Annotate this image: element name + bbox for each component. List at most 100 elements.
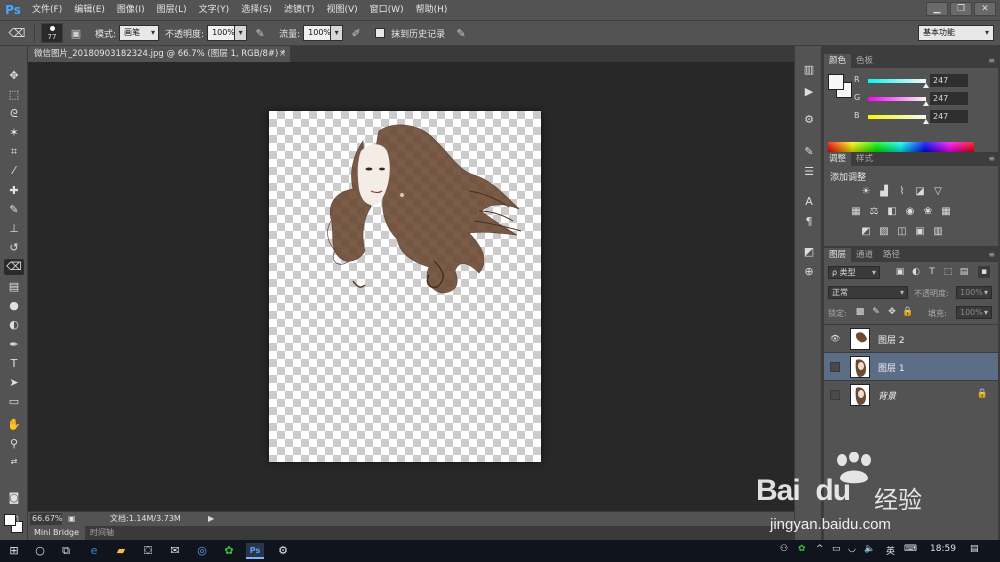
search-icon[interactable]: ○ [31,543,49,559]
visibility-toggle-off[interactable] [830,362,840,372]
curves-icon[interactable]: ⌇ [896,186,908,197]
mode-select[interactable]: 画笔 [119,25,160,41]
actions-panel-icon[interactable]: ▶ [800,84,818,100]
green-slider[interactable] [868,97,926,101]
maximize-button[interactable]: ❐ [950,2,972,16]
wechat-tray-icon[interactable]: ✿ [798,544,806,554]
invert-icon[interactable]: ◩ [860,226,872,237]
file-explorer-icon[interactable]: ▰ [112,543,130,559]
status-settings-icon[interactable]: ▣ [68,512,76,526]
lock-pixels-icon[interactable]: ✎ [870,306,882,318]
clock-time[interactable]: 18:59 [930,544,956,554]
fill-field[interactable]: 100% [956,306,992,319]
opacity-dropdown[interactable]: ▾ [235,25,248,41]
pixel-filter-icon[interactable]: ▣ [894,266,906,278]
zoom-tool-icon[interactable]: ⚲ [4,436,24,452]
layer-opacity-field[interactable]: 100% [956,286,992,299]
lasso-tool-icon[interactable]: ᘓ [4,106,24,122]
swap-colors-icon[interactable]: ⇄ [4,454,24,470]
blue-value[interactable]: 247 [930,110,968,123]
brush-panel-icon[interactable]: ▣ [67,24,85,42]
start-button-icon[interactable]: ⊞ [5,543,23,559]
tab-mini-bridge[interactable]: Mini Bridge [28,526,86,540]
tab-channels[interactable]: 通道 [851,248,878,262]
menu-layer[interactable]: 图层(L) [151,0,193,20]
foreground-color-swatch[interactable] [828,74,844,90]
gradient-map-icon[interactable]: ▥ [932,226,944,237]
network-icon[interactable]: ◡ [848,544,856,554]
notifications-icon[interactable]: ▤ [970,544,979,554]
dodge-tool-icon[interactable]: ◐ [4,317,24,333]
marquee-tool-icon[interactable]: ⬚ [4,87,24,103]
filter-toggle-icon[interactable]: ▪ [978,266,990,278]
document-canvas[interactable] [269,111,541,462]
eraser-tool-icon[interactable]: ⌫ [4,259,24,275]
lock-position-icon[interactable]: ✥ [886,306,898,318]
people-icon[interactable]: ⚇ [780,544,788,554]
canvas-area[interactable] [28,62,794,511]
layer-name[interactable]: 图层 1 [878,361,905,374]
volume-icon[interactable]: 🔈 [864,544,875,554]
blur-tool-icon[interactable]: ● [4,298,24,314]
close-button[interactable]: ✕ [974,2,996,16]
menu-edit[interactable]: 编辑(E) [68,0,111,20]
store-icon[interactable]: ⛋ [139,543,157,559]
levels-icon[interactable]: ▟ [878,186,890,197]
type-filter-icon[interactable]: T [926,266,938,278]
battery-icon[interactable]: ▭ [832,544,841,554]
ime-indicator[interactable]: 英 [886,544,895,557]
airbrush-icon[interactable]: ✐ [347,24,365,42]
menu-view[interactable]: 视图(V) [320,0,363,20]
tab-adjustments[interactable]: 调整 [824,152,852,166]
red-value[interactable]: 247 [930,74,968,87]
threshold-icon[interactable]: ◫ [896,226,908,237]
zoom-level-field[interactable]: 66.67% [30,513,63,525]
photoshop-taskbar-icon[interactable]: Ps [246,543,264,559]
tab-layers[interactable]: 图层 [824,248,852,262]
blend-mode-select[interactable]: 正常 [828,286,908,299]
photo-filter-icon[interactable]: ◉ [904,206,916,217]
red-slider-knob[interactable] [923,83,929,88]
minimize-button[interactable]: ▁ [926,2,948,16]
pen-tool-icon[interactable]: ✒ [4,337,24,353]
color-lookup-icon[interactable]: ▦ [940,206,952,217]
hand-tool-icon[interactable]: ✋ [4,417,24,433]
brush-size-picker[interactable]: 77 [41,23,63,43]
wechat-icon[interactable]: ✿ [220,543,238,559]
flow-dropdown[interactable]: ▾ [331,25,344,41]
menu-file[interactable]: 文件(F) [26,0,68,20]
tab-color[interactable]: 颜色 [824,54,852,68]
paragraph-panel-icon[interactable]: ¶ [800,214,818,230]
menu-help[interactable]: 帮助(H) [410,0,454,20]
healing-brush-tool-icon[interactable]: ✚ [4,183,24,199]
properties-panel-icon[interactable]: ⚙ [800,112,818,128]
green-value[interactable]: 247 [930,92,968,105]
pressure-opacity-icon[interactable]: ✎ [251,24,269,42]
blue-slider[interactable] [868,115,926,119]
color-spectrum-bar[interactable] [828,142,974,152]
green-slider-knob[interactable] [923,101,929,106]
erase-to-history-checkbox[interactable] [375,28,386,38]
layer-filter-kind-select[interactable]: ρ 类型 [828,266,880,279]
status-menu-arrow-icon[interactable]: ▶ [208,512,214,526]
mail-icon[interactable]: ✉ [166,543,184,559]
brush-panel-icon[interactable]: ✎ [800,144,818,160]
menu-select[interactable]: 选择(S) [235,0,278,20]
menu-filter[interactable]: 滤镜(T) [278,0,321,20]
eyedropper-tool-icon[interactable]: ⁄ [4,163,24,179]
layer-name[interactable]: 背景 [878,389,896,402]
crop-tool-icon[interactable]: ⌗ [4,144,24,160]
app-icon[interactable]: ⚙ [274,543,292,559]
menu-type[interactable]: 文字(Y) [193,0,236,20]
brightness-contrast-icon[interactable]: ☀ [860,186,872,197]
browser-icon[interactable]: ◎ [193,543,211,559]
path-selection-tool-icon[interactable]: ➤ [4,375,24,391]
gradient-tool-icon[interactable]: ▤ [4,279,24,295]
move-tool-icon[interactable]: ✥ [4,68,24,84]
tab-swatches[interactable]: 色板 [851,54,878,68]
blue-slider-knob[interactable] [923,119,929,124]
flow-input[interactable]: 100% [303,25,332,41]
opacity-input[interactable]: 100% [207,25,236,41]
edge-browser-icon[interactable]: e [85,543,103,559]
selective-color-icon[interactable]: ▣ [914,226,926,237]
